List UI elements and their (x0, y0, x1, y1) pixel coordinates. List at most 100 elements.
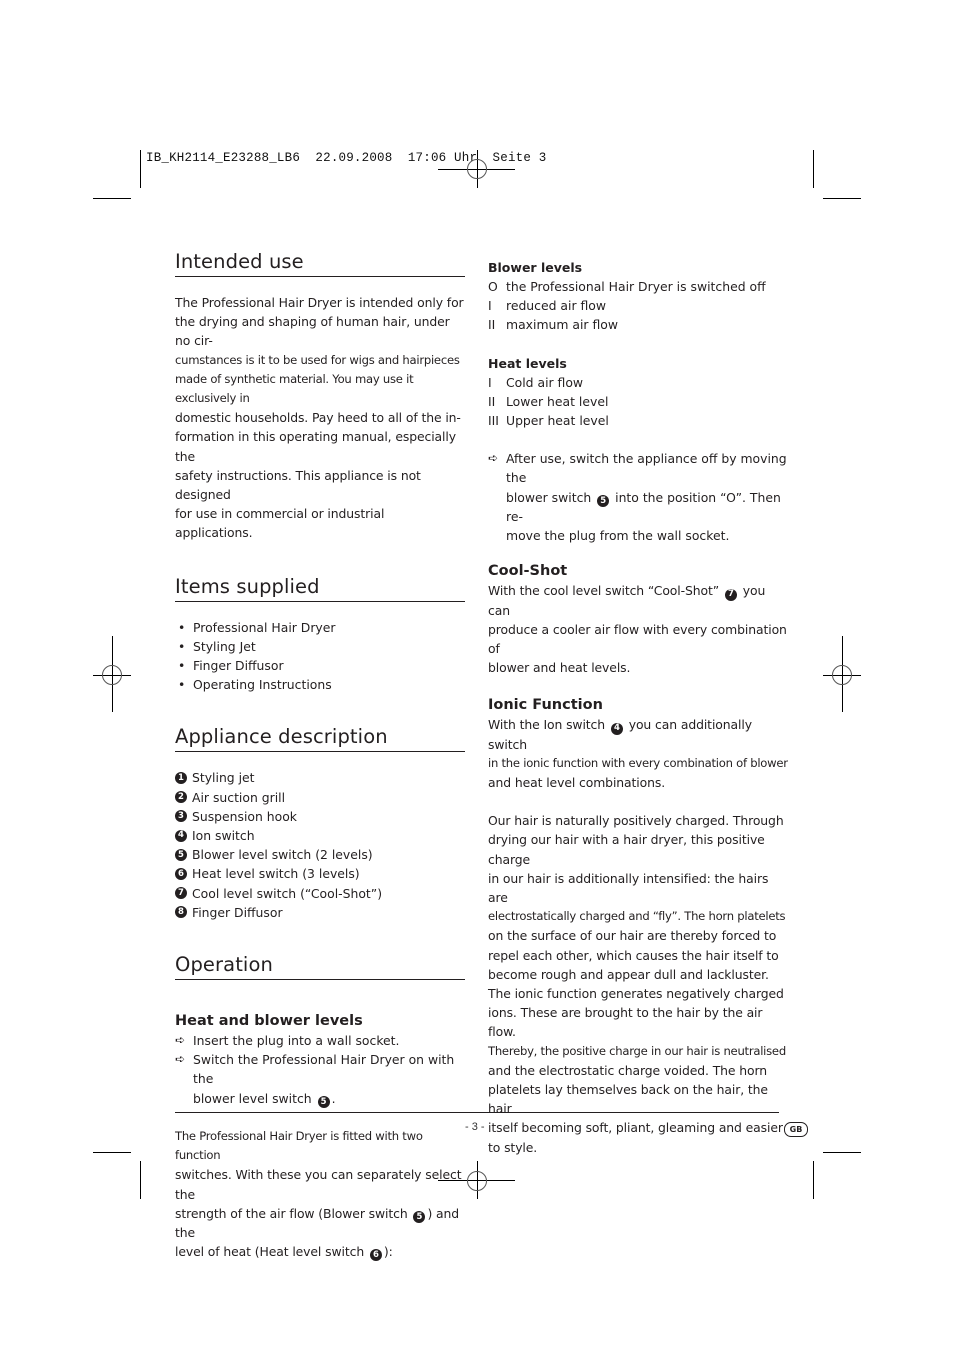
section-items-supplied: Items supplied • Professional Hair Dryer … (175, 575, 465, 695)
footer-divider (175, 1112, 779, 1113)
arrow-right-icon: ➪ (175, 1033, 186, 1048)
section-intended-use: Intended use The Professional Hair Dryer… (175, 250, 465, 543)
level-item: III Upper heat level (488, 413, 609, 429)
level-item: Ireduced air flow (488, 298, 606, 314)
text-line: produce a cooler air flow with every com… (488, 621, 787, 656)
text-line: on the surface of our hair are thereby f… (488, 928, 777, 944)
bullet-icon: • (178, 619, 186, 635)
text-line: for use in commercial or industrial appl… (175, 506, 385, 541)
text-line: drying our hair with a hair dryer, this … (488, 832, 765, 867)
text-line: With the cool level switch “Cool-Shot” 7… (488, 583, 766, 618)
crop-mark (140, 150, 141, 188)
instruction-step: ➪ After use, switch the appliance off by… (488, 451, 787, 544)
number-badge-icon: 4 (175, 829, 187, 842)
subsection-title: Ionic Function (488, 697, 603, 714)
section-blower-levels: Blower levels Othe Professional Hair Dry… (488, 258, 788, 335)
section-cool-shot: Cool-Shot With the cool level switch “Co… (488, 561, 788, 677)
number-badge-icon: 2 (175, 791, 187, 804)
list-item: • Styling Jet (175, 637, 465, 656)
number-badge-icon: 5 (413, 1211, 426, 1223)
section-title: Items supplied (175, 575, 465, 602)
bullet-icon: • (178, 677, 186, 693)
number-badge-icon: 8 (175, 906, 187, 919)
section-appliance-description: Appliance description 1 Styling jet 2 Air … (175, 725, 465, 922)
crop-mark (823, 1152, 861, 1153)
text-line: Our hair is naturally positively charged… (488, 813, 784, 829)
text-line: cumstances is it to be used for wigs and… (175, 352, 460, 367)
section-title: Intended use (175, 250, 465, 277)
crop-mark (93, 1152, 131, 1153)
number-badge-icon: 6 (175, 868, 187, 881)
list-item: 3 Suspension hook (175, 807, 465, 826)
page-number: - 3 - (465, 1121, 485, 1133)
text-line: and the electrostatic charge voided. The… (488, 1062, 768, 1078)
left-column: Intended use The Professional Hair Dryer… (175, 250, 465, 1262)
crop-mark (93, 198, 131, 199)
text-line: Thereby, the positive charge in our hair… (488, 1043, 786, 1058)
text-line: The Professional Hair Dryer is intended … (175, 295, 464, 310)
text-line: domestic households. Pay heed to all of … (175, 410, 461, 426)
text-line: formation in this operating manual, espe… (175, 429, 456, 464)
list-item: 6 Heat level switch (3 levels) (175, 864, 465, 883)
section-title: Appliance description (175, 725, 465, 753)
items-list: • Professional Hair Dryer • Styling Jet • F… (175, 618, 465, 695)
crop-mark (813, 150, 814, 188)
crop-mark (823, 198, 861, 199)
list-item: • Operating Instructions (175, 675, 465, 694)
text-line: With the Ion switch 4 you can additional… (488, 717, 752, 752)
number-badge-icon: 5 (317, 1095, 330, 1108)
number-badge-icon: 7 (724, 588, 737, 601)
section-heat-levels: Heat levels I Cold air flow II Lower heat … (488, 354, 788, 431)
list-item: 1 Styling jet (175, 768, 465, 787)
section-title: Operation (175, 953, 465, 981)
arrow-right-icon: ➪ (488, 451, 499, 466)
number-badge-icon: 5 (597, 494, 610, 507)
text-line: ions. These are brought to the hair by t… (488, 1005, 763, 1040)
crop-mark (813, 1161, 814, 1199)
text-line: become rough and appear dull and lacklus… (488, 966, 769, 982)
text-line: The Professional Hair Dryer is fitted wi… (175, 1128, 423, 1163)
instruction-step: ➪ Switch the Professional Hair Dryer on … (175, 1052, 455, 1108)
text-line: in our hair is additionally intensified:… (488, 870, 769, 906)
text-line: to style. (488, 1139, 538, 1155)
arrow-right-icon: ➪ (175, 1052, 186, 1067)
number-badge-icon: 1 (175, 772, 187, 785)
list-item: • Finger Diffusor (175, 656, 465, 675)
text-line: in the ionic function with every combina… (488, 755, 788, 770)
text-line: made of synthetic material. You may use … (175, 371, 414, 406)
text-line: level of heat (Heat level switch 6): (175, 1244, 393, 1262)
text-line: The ionic function generates negatively … (488, 986, 784, 1002)
printer-slug: IB_KH2114_E23288_LB6 22.09.2008 17:06 Uh… (146, 151, 547, 165)
text-line: the drying and shaping of human hair, un… (175, 314, 450, 349)
subsection-title: Cool-Shot (488, 563, 568, 580)
number-badge-icon: 5 (175, 848, 187, 861)
number-badge-icon: 6 (369, 1249, 382, 1262)
list-item: 2 Air suction grill (175, 788, 465, 807)
text-line: repel each other, which causes the hair … (488, 947, 779, 963)
level-item: I Cold air flow (488, 374, 584, 390)
bullet-icon: • (178, 658, 186, 674)
language-badge-icon: GB (784, 1122, 808, 1137)
text-line: strength of the air flow (Blower switch … (175, 1205, 460, 1240)
text-line: itself becoming soft, pliant, gleaming a… (488, 1120, 783, 1136)
level-item: II Lower heat level (488, 393, 609, 409)
instruction-step: ➪ Insert the plug into a wall socket. (175, 1031, 465, 1050)
number-badge-icon: 4 (610, 722, 623, 735)
number-badge-icon: 7 (175, 887, 187, 900)
text-line: and heat level combinations. (488, 775, 666, 790)
text-line: blower and heat levels. (488, 660, 631, 676)
text-line: electrostatically charged and “fly”. The… (488, 909, 786, 924)
text-line: switches. With these you can separately … (175, 1167, 462, 1202)
crop-mark (140, 1161, 141, 1199)
section-operation: Operation Heat and blower levels ➪ Inser… (175, 953, 465, 1262)
level-item: Othe Professional Hair Dryer is switched… (488, 279, 766, 294)
list-item: 7 Cool level switch (“Cool-Shot”) (175, 884, 465, 903)
subsection-title: Heat levels (488, 355, 567, 371)
list-item: 8 Finger Diffusor (175, 903, 465, 922)
parts-list: 1 Styling jet 2 Air suction grill 3 Suspens… (175, 768, 465, 922)
subsection-title: Heat and blower levels (175, 1013, 363, 1030)
level-item: II maximum air flow (488, 317, 618, 333)
bullet-icon: • (178, 638, 186, 654)
list-item: • Professional Hair Dryer (175, 618, 465, 637)
section-ionic-function: Ionic Function With the Ion switch 4 you… (488, 695, 788, 1157)
